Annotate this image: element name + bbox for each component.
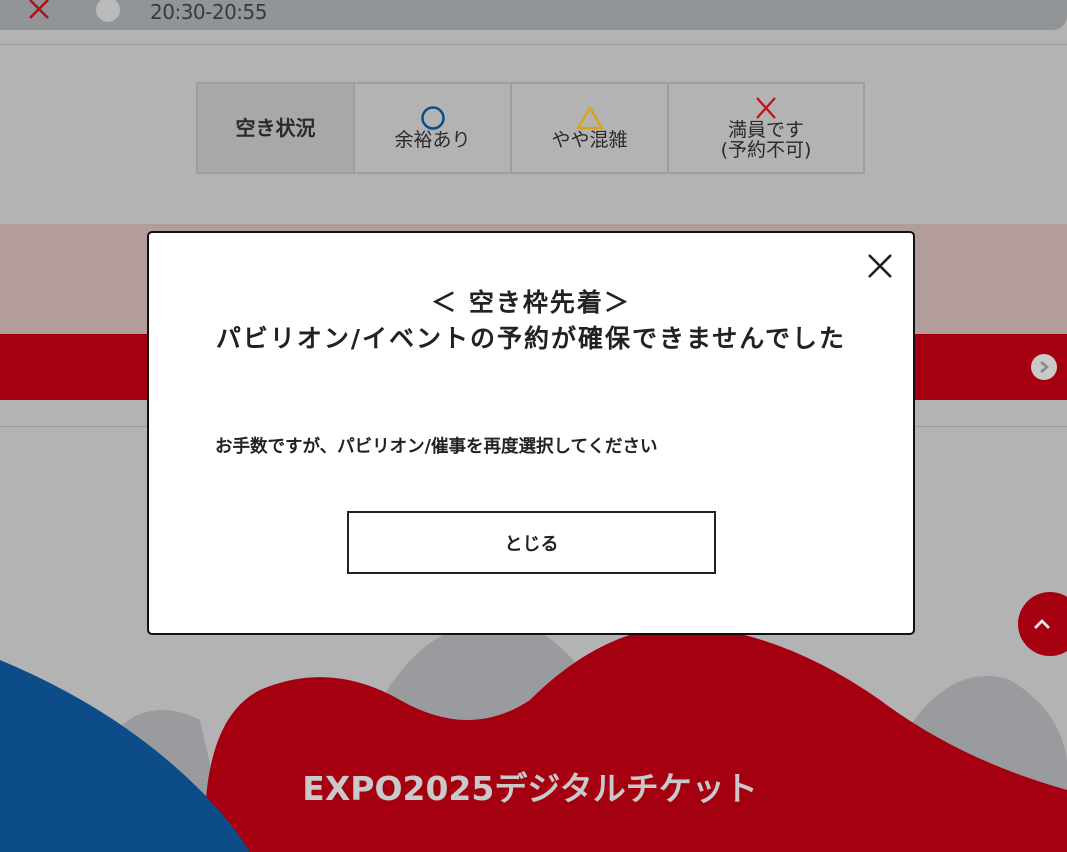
reservation-failed-dialog: ＜ 空き枠先着＞ パビリオン/イベントの予約が確保できませんでした お手数ですが… [147, 231, 915, 635]
chevron-right-icon[interactable] [1031, 354, 1057, 380]
cross-icon [754, 96, 778, 120]
legend-item-available: 余裕あり [355, 84, 512, 172]
availability-legend: 空き状況 余裕あり やや混雑 満員です (予約不可) [196, 82, 865, 174]
time-slot-row[interactable]: 20:30-20:55 [0, 0, 1067, 30]
legend-label-full-note: (予約不可) [720, 139, 812, 161]
dialog-title-line1: ＜ 空き枠先着＞ [431, 288, 631, 317]
close-dialog-button-label: とじる [504, 533, 559, 555]
legend-item-full: 満員です (予約不可) [669, 84, 863, 172]
dialog-title-line2: パビリオン/イベントの予約が確保できませんでした [215, 324, 847, 353]
dialog-title: ＜ 空き枠先着＞ パビリオン/イベントの予約が確保できませんでした [149, 285, 913, 357]
legend-header-label: 空き状況 [235, 116, 316, 140]
unavailable-cross-icon [28, 0, 50, 24]
legend-item-crowded: やや混雑 [512, 84, 669, 172]
triangle-icon [576, 106, 604, 130]
legend-label-full: 満員です [727, 119, 804, 141]
time-slot-label: 20:30-20:55 [150, 0, 268, 24]
legend-label-crowded: やや混雑 [551, 129, 628, 151]
close-icon[interactable] [865, 251, 895, 281]
circle-icon [420, 106, 446, 130]
divider [0, 44, 1067, 45]
legend-header: 空き状況 [198, 84, 355, 172]
legend-label-available: 余裕あり [394, 129, 471, 151]
time-slot-radio[interactable] [96, 0, 120, 22]
dialog-message: お手数ですが、パビリオン/催事を再度選択してください [215, 437, 658, 457]
footer-title: EXPO2025デジタルチケット [302, 769, 758, 808]
chevron-up-icon [1034, 619, 1050, 629]
close-dialog-button[interactable]: とじる [347, 511, 716, 574]
